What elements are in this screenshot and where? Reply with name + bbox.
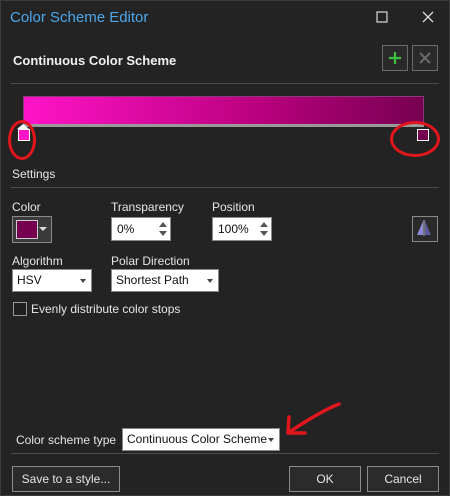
close-icon <box>422 11 434 23</box>
polar-direction-value: Shortest Path <box>116 273 189 287</box>
color-swatch <box>16 220 38 239</box>
add-color-stop-button[interactable] <box>382 45 408 71</box>
save-to-style-button[interactable]: Save to a style... <box>12 466 120 492</box>
transparency-spinner[interactable]: 0% <box>111 217 171 241</box>
position-spinner[interactable]: 100% <box>212 217 272 241</box>
maximize-icon <box>376 11 388 23</box>
gradient-preview <box>23 96 424 125</box>
chevron-down-icon <box>80 279 86 283</box>
settings-label: Settings <box>12 167 56 181</box>
annotation-arrow <box>286 402 341 435</box>
stop-track[interactable] <box>23 124 424 127</box>
flip-scheme-button[interactable] <box>412 216 438 242</box>
flip-icon <box>417 220 431 236</box>
chevron-down-icon <box>268 438 274 442</box>
chevron-down-icon[interactable] <box>159 231 167 236</box>
spinner-arrows[interactable] <box>158 219 168 239</box>
scheme-type-select[interactable]: Continuous Color Scheme <box>122 428 280 451</box>
divider <box>11 453 439 454</box>
evenly-distribute-label: Evenly distribute color stops <box>31 302 181 316</box>
maximize-button[interactable] <box>371 6 393 28</box>
divider <box>11 83 439 84</box>
x-icon <box>419 52 431 64</box>
transparency-label: Transparency <box>111 200 184 214</box>
title-bar: Color Scheme Editor <box>1 1 449 33</box>
color-picker-button[interactable] <box>12 216 52 243</box>
close-button[interactable] <box>417 6 439 28</box>
scheme-type-label: Color scheme type <box>16 433 117 447</box>
divider <box>11 187 439 188</box>
transparency-value: 0% <box>117 222 135 236</box>
algorithm-label: Algorithm <box>12 254 63 268</box>
polar-direction-select[interactable]: Shortest Path <box>111 269 219 292</box>
chevron-up-icon[interactable] <box>159 222 167 227</box>
position-value: 100% <box>218 222 249 236</box>
chevron-down-icon[interactable] <box>260 231 268 236</box>
chevron-down-icon <box>207 279 213 283</box>
scheme-heading: Continuous Color Scheme <box>13 53 177 68</box>
chevron-up-icon[interactable] <box>260 222 268 227</box>
scheme-type-value: Continuous Color Scheme <box>127 432 268 446</box>
ok-button[interactable]: OK <box>289 466 361 492</box>
algorithm-select[interactable]: HSV <box>12 269 92 292</box>
remove-color-stop-button[interactable] <box>412 45 438 71</box>
color-label: Color <box>12 200 41 214</box>
annotation-circle-left <box>8 120 36 160</box>
cancel-button[interactable]: Cancel <box>367 466 439 492</box>
algorithm-value: HSV <box>17 273 42 287</box>
annotation-circle-right <box>390 121 440 157</box>
evenly-distribute-checkbox[interactable] <box>13 302 27 316</box>
plus-icon <box>389 52 401 64</box>
spinner-arrows[interactable] <box>259 219 269 239</box>
polar-direction-label: Polar Direction <box>111 254 190 268</box>
color-scheme-editor-window: Color Scheme Editor Continuous Color Sch… <box>0 0 450 496</box>
window-title: Color Scheme Editor <box>10 9 149 26</box>
position-label: Position <box>212 200 255 214</box>
chevron-down-icon <box>39 227 47 231</box>
